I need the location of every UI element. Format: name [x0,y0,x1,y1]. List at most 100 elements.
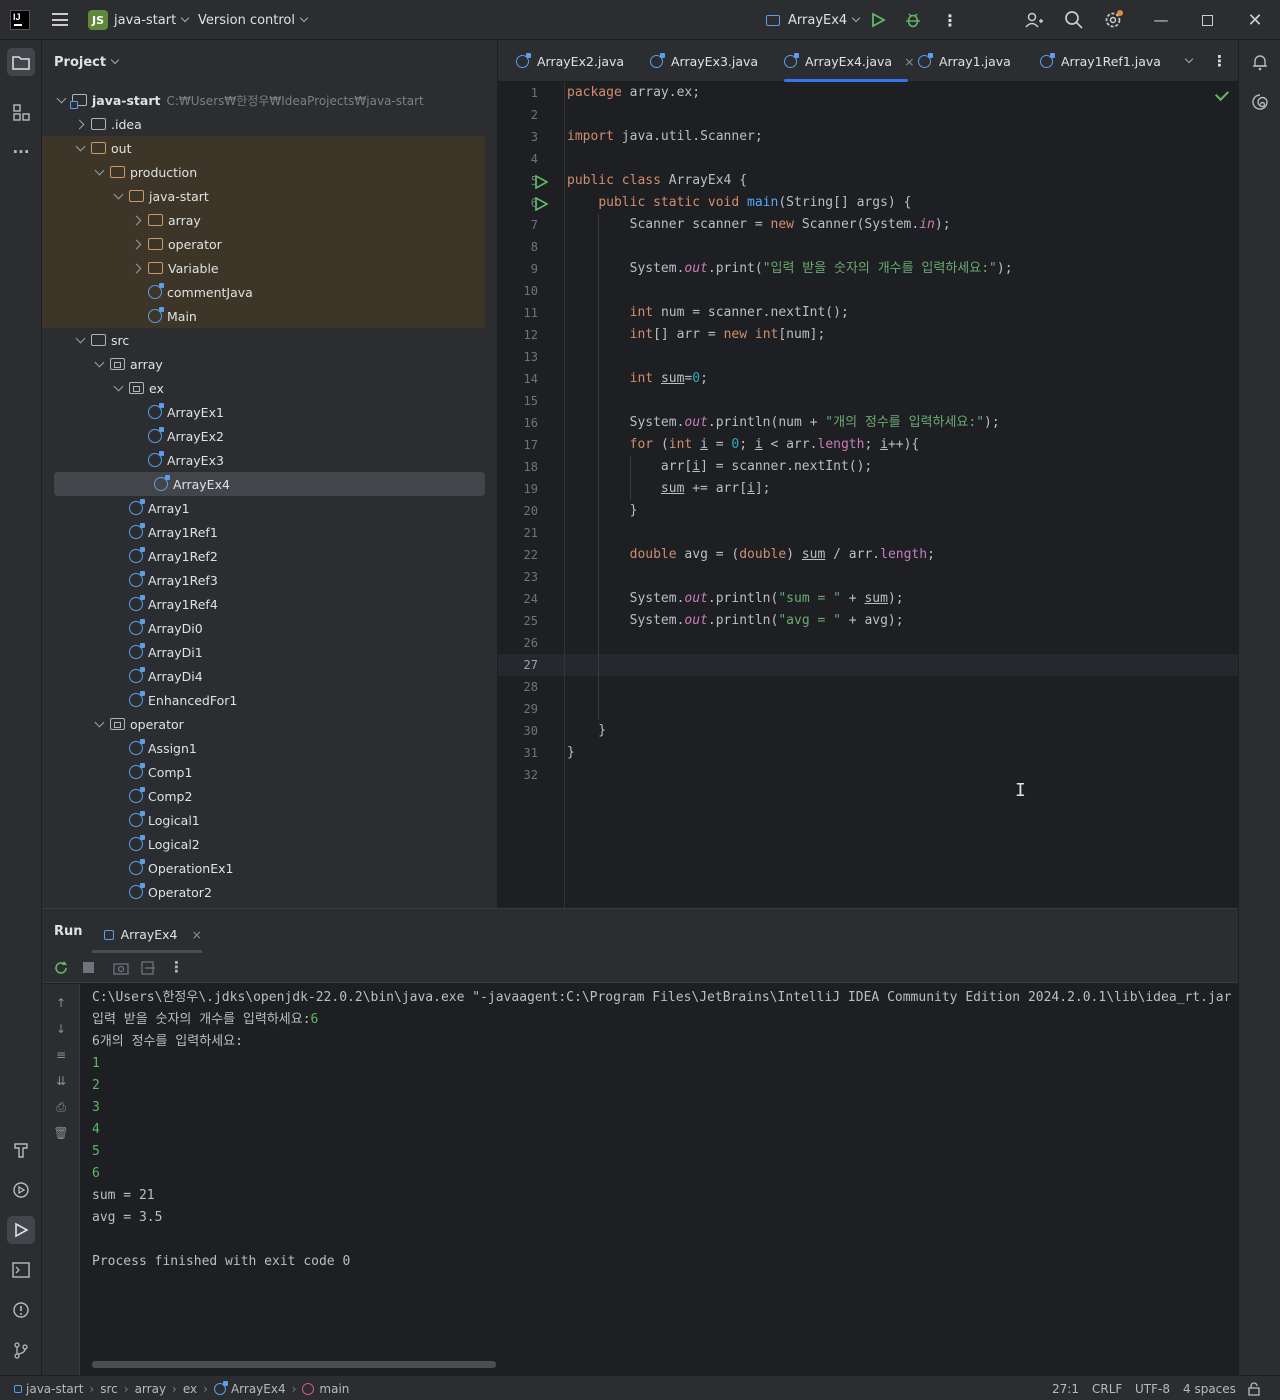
terminal-icon[interactable] [7,1256,35,1284]
chevron-down-icon[interactable] [113,190,125,202]
search-icon[interactable] [1064,0,1084,40]
tree-item[interactable]: Array1Ref4 [42,592,485,616]
arrow-down-icon[interactable]: ↓ [53,1022,69,1038]
tree-item[interactable]: Array1Ref2 [42,544,485,568]
soft-wrap-icon[interactable]: ≡ [53,1048,69,1064]
more-tools-icon[interactable]: ··· [7,138,35,166]
caret-position[interactable]: 27:1 [1052,1376,1079,1400]
tree-item[interactable]: Logical1 [42,808,485,832]
breadcrumb-item[interactable]: array [135,1382,166,1396]
tree-item[interactable]: Operator2 [42,880,485,904]
tree-item[interactable]: ArrayEx2 [42,424,485,448]
intellij-logo-icon[interactable]: IJ [10,10,30,30]
project-panel-header[interactable]: Project [42,40,497,84]
tree-item[interactable]: java-start C:₩Users₩한정우₩IdeaProjects₩java… [42,88,485,112]
file-encoding[interactable]: UTF-8 [1135,1376,1170,1400]
version-control-menu[interactable]: Version control [198,0,309,40]
tree-item[interactable]: Main [42,304,485,328]
tree-item[interactable]: ArrayDi4 [42,664,485,688]
main-menu-icon[interactable] [52,13,68,26]
tree-item[interactable]: Array1 [42,496,485,520]
tree-item[interactable]: Comp1 [42,760,485,784]
structure-icon[interactable] [7,98,35,126]
chevron-down-icon[interactable] [94,358,106,370]
breadcrumb-item[interactable]: ex [183,1382,197,1396]
tree-item[interactable]: EnhancedFor1 [42,688,485,712]
arrow-up-icon[interactable]: ↑ [53,996,69,1012]
chevron-right-icon[interactable] [75,118,87,130]
tree-item[interactable]: ArrayDi0 [42,616,485,640]
project-selector[interactable]: JS java-start [88,0,190,40]
tree-item[interactable]: operator [42,712,485,736]
close-tab-icon[interactable]: × [904,54,914,69]
more-actions-icon[interactable]: ⋮ [942,0,958,40]
run-more-icon[interactable]: ⋮ [169,958,184,976]
problems-icon[interactable] [7,1296,35,1324]
editor-tab[interactable]: Array1.java [918,40,1011,82]
run-button[interactable] [870,0,886,40]
tree-item[interactable]: Variable [42,256,485,280]
lock-icon[interactable] [1247,1376,1261,1400]
chevron-down-icon[interactable] [113,382,125,394]
tree-item[interactable]: Logical2 [42,832,485,856]
close-tab-icon[interactable]: × [192,927,202,942]
code-editor[interactable]: 1 package array.ex; 2 3 import java.util.Sca… [498,82,1238,908]
tree-item[interactable]: .idea [42,112,485,136]
chevron-down-icon[interactable] [94,166,106,178]
chevron-right-icon[interactable] [132,214,144,226]
services-icon[interactable] [7,1176,35,1204]
breadcrumb-item[interactable]: java-start [26,1382,83,1396]
tree-item[interactable]: Assign1 [42,736,485,760]
tree-item[interactable]: ArrayEx1 [42,400,485,424]
editor-tab[interactable]: ArrayEx4.java × [784,40,915,82]
chevron-right-icon[interactable] [132,262,144,274]
tree-item[interactable]: java-start [42,184,485,208]
tree-item[interactable]: out [42,136,485,160]
tab-list-dropdown[interactable] [1184,40,1194,82]
camera-snapshot-icon[interactable] [113,960,129,980]
run-config-selector[interactable]: ArrayEx4 [766,0,861,40]
tree-item[interactable]: ArrayDi1 [42,640,485,664]
breadcrumb-item[interactable]: ArrayEx4 [231,1382,286,1396]
gutter-run-icon[interactable] [534,174,549,193]
breadcrumb-item[interactable]: src [100,1382,118,1396]
tree-item[interactable]: ex [42,376,485,400]
project-tool-folder-icon[interactable] [7,48,35,76]
chevron-down-icon[interactable] [56,94,68,106]
chevron-down-icon[interactable] [75,334,87,346]
tree-item[interactable]: array [42,352,485,376]
gutter-run-icon[interactable] [534,196,549,215]
trash-icon[interactable]: 🗑 [53,1126,69,1142]
close-window-icon[interactable]: ✕ [1232,0,1278,40]
build-hammer-icon[interactable] [7,1136,35,1164]
tree-item[interactable]: production [42,160,485,184]
notifications-bell-icon[interactable] [1246,48,1274,76]
rerun-icon[interactable] [53,960,69,980]
tree-item[interactable]: Comp2 [42,784,485,808]
tree-item[interactable]: ArrayEx4 [54,472,485,496]
line-ending[interactable]: CRLF [1092,1376,1122,1400]
run-tool-icon[interactable] [7,1216,35,1244]
chevron-right-icon[interactable] [132,238,144,250]
stop-icon[interactable] [83,962,94,973]
chevron-down-icon[interactable] [75,142,87,154]
tree-item[interactable]: Array1Ref3 [42,568,485,592]
tree-item[interactable]: Array1Ref1 [42,520,485,544]
editor-tab[interactable]: ArrayEx3.java [650,40,758,82]
editor-tab[interactable]: Array1Ref1.java [1040,40,1161,82]
git-branch-icon[interactable] [7,1336,35,1364]
debug-button[interactable] [904,0,922,40]
exit-icon[interactable] [140,960,156,980]
minimize-window-icon[interactable]: — [1138,0,1184,40]
print-icon[interactable]: ⎙ [53,1100,69,1116]
chevron-down-icon[interactable] [94,718,106,730]
tree-item[interactable]: array [42,208,485,232]
editor-tab[interactable]: ArrayEx2.java [516,40,624,82]
indent-setting[interactable]: 4 spaces [1183,1376,1236,1400]
settings-gear-icon[interactable] [1103,0,1125,40]
tree-item[interactable]: commentJava [42,280,485,304]
ai-assistant-icon[interactable] [1246,88,1274,116]
tree-item[interactable]: src [42,328,485,352]
tab-more-icon[interactable]: ⋮ [1212,40,1227,82]
console-horizontal-scrollbar[interactable] [92,1361,496,1368]
